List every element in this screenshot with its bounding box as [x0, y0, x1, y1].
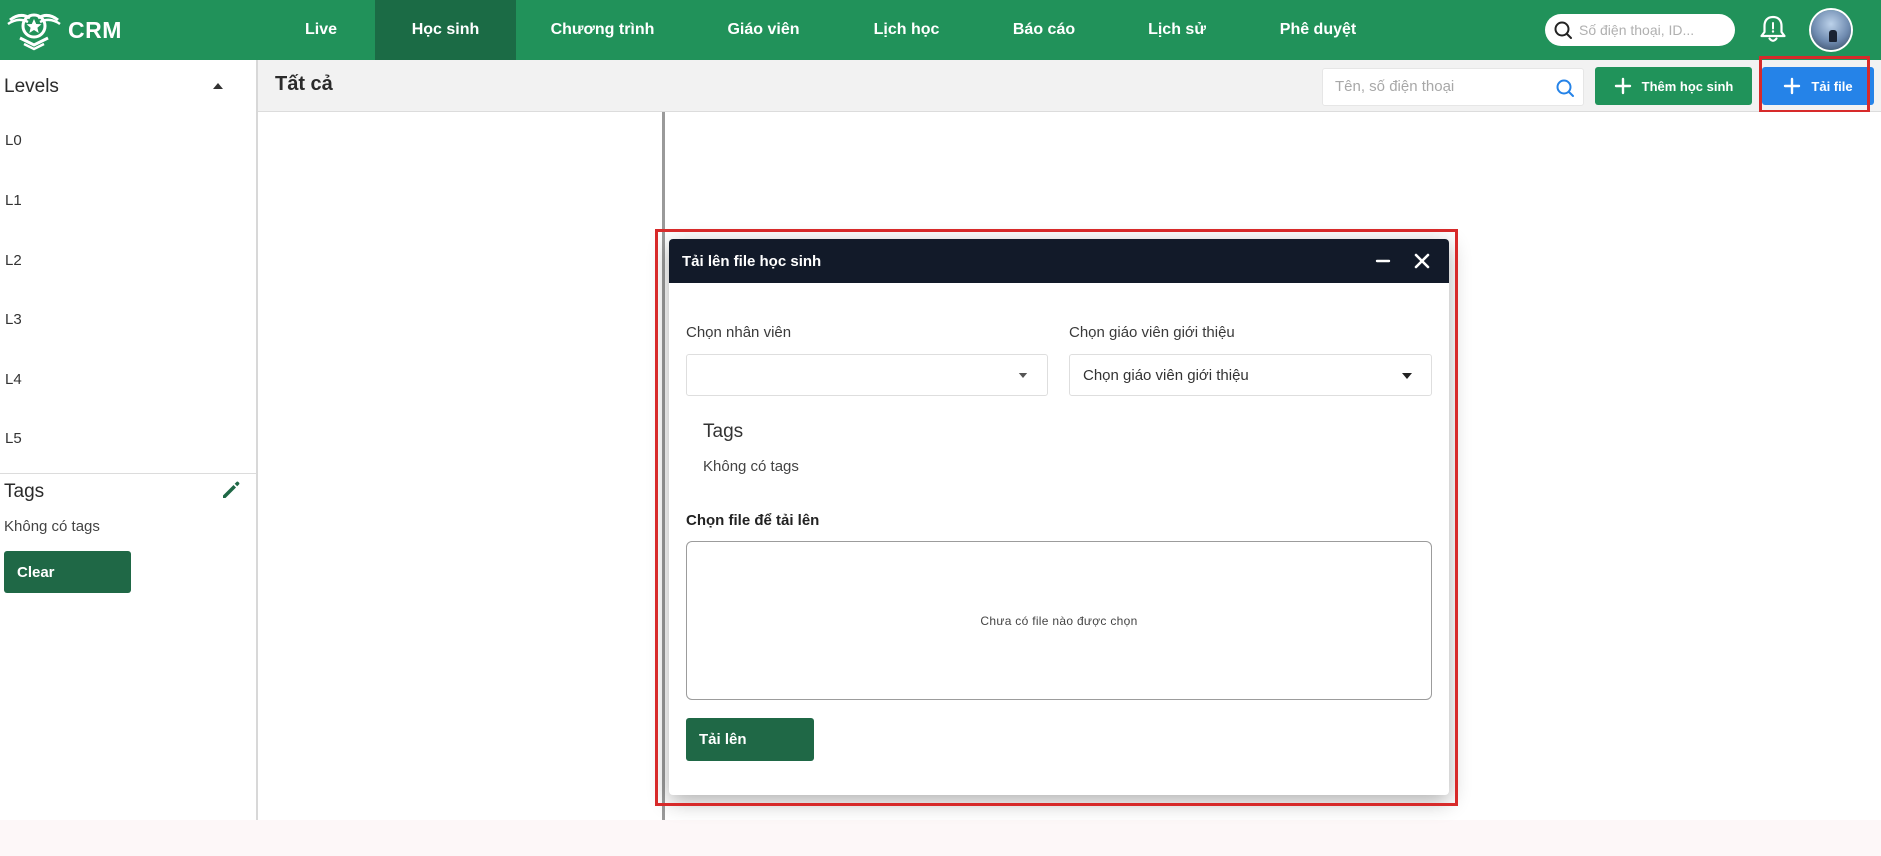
add-student-label: Thêm học sinh [1641, 78, 1734, 94]
brand[interactable]: CRM [6, 6, 122, 54]
edit-pencil-icon[interactable] [220, 479, 242, 501]
nav-item-hoc-sinh[interactable]: Học sinh [375, 0, 516, 60]
modal-highlight [655, 229, 1458, 806]
nav-item-phe-duyet[interactable]: Phê duyệt [1270, 0, 1366, 60]
level-item-l4[interactable]: L4 [5, 371, 22, 388]
nav-item-bao-cao[interactable]: Báo cáo [1002, 0, 1086, 60]
nav-item-lich-hoc[interactable]: Lịch học [861, 0, 952, 60]
add-student-button[interactable]: Thêm học sinh [1595, 67, 1752, 105]
level-item-l3[interactable]: L3 [5, 311, 22, 328]
user-avatar[interactable] [1811, 10, 1851, 50]
no-tags-text: Không có tags [4, 518, 100, 535]
search-icon [1554, 21, 1572, 39]
search-icon[interactable] [1555, 78, 1575, 98]
sidebar-divider [0, 473, 256, 474]
top-navbar: CRM Live Học sinh Chương trình Giáo viên… [0, 0, 1881, 60]
levels-heading: Levels [4, 76, 59, 97]
notification-bell-icon[interactable] [1758, 13, 1788, 45]
upload-button-highlight [1759, 56, 1870, 113]
student-search-input[interactable] [1333, 77, 1537, 96]
level-item-l1[interactable]: L1 [5, 192, 22, 209]
bottom-strip [0, 820, 1881, 856]
filter-sidebar: Levels L0 L1 L2 L3 L4 L5 Tags Không có t… [0, 60, 258, 820]
level-item-l2[interactable]: L2 [5, 252, 22, 269]
plus-icon [1614, 77, 1631, 95]
level-item-l0[interactable]: L0 [5, 132, 22, 149]
student-search-box[interactable] [1322, 68, 1584, 106]
page-title: Tất cả [275, 73, 333, 95]
caret-up-icon[interactable] [212, 82, 224, 90]
level-item-l5[interactable]: L5 [5, 430, 22, 447]
nav-item-lich-su[interactable]: Lịch sử [1137, 0, 1217, 60]
brand-name: CRM [68, 16, 122, 43]
top-search-box[interactable] [1545, 14, 1735, 46]
clear-button[interactable]: Clear [4, 551, 131, 593]
crm-logo-icon [7, 13, 61, 51]
nav-item-giao-vien[interactable]: Giáo viên [716, 0, 811, 60]
tags-heading: Tags [4, 481, 45, 502]
nav-item-live[interactable]: Live [290, 0, 352, 60]
top-search-input[interactable] [1577, 21, 1731, 39]
nav-item-chuong-trinh[interactable]: Chương trình [541, 0, 664, 60]
main-header: Tất cả Thêm học sinh Tải file [258, 60, 1881, 112]
